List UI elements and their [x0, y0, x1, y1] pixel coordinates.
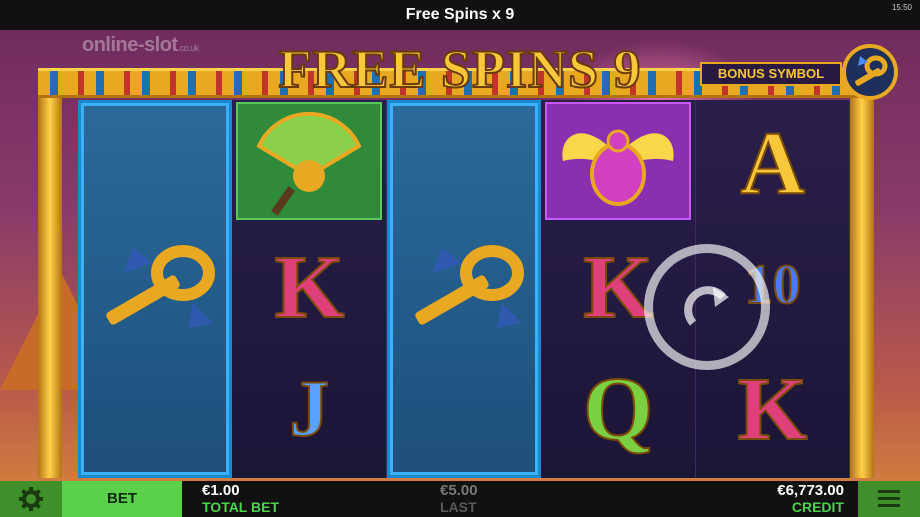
- ankh-icon: [855, 55, 888, 86]
- free-spins-banner: FREE SPINS 9: [277, 38, 642, 100]
- symbol-letter: A: [739, 113, 806, 214]
- scarab-icon: [562, 129, 674, 206]
- last-win-label: LAST: [440, 499, 477, 515]
- symbol-k: K: [236, 228, 382, 346]
- bet-button[interactable]: BET: [62, 481, 182, 517]
- gear-icon: [19, 487, 43, 511]
- bonus-symbol-badge: [842, 44, 898, 100]
- symbol-letter: K: [273, 237, 345, 338]
- total-bet-label: TOTAL BET: [202, 499, 279, 515]
- fan-icon: [256, 111, 362, 216]
- symbol-a: A: [700, 104, 846, 222]
- reel-2: K J: [232, 100, 387, 478]
- symbol-letter: J: [288, 364, 330, 454]
- credit-value: €6,773.00: [777, 482, 844, 499]
- right-pillar: [850, 98, 874, 478]
- scarab-symbol-cell: [545, 102, 692, 220]
- last-win-display: €5.00 LAST: [440, 482, 478, 516]
- clock: 15:50: [891, 3, 912, 12]
- watermark: online-slot.co.uk: [82, 34, 199, 57]
- bonus-symbol-label: BONUS SYMBOL: [700, 62, 842, 86]
- symbol-letter: Q: [582, 359, 654, 460]
- settings-button[interactable]: [0, 481, 62, 517]
- spin-arrow-icon: [684, 286, 729, 326]
- reel-3: [386, 100, 542, 478]
- top-bar: Free Spins x 9 15:50: [0, 0, 920, 30]
- spin-button[interactable]: [644, 244, 770, 370]
- total-bet-display: €1.00 TOTAL BET: [202, 482, 279, 516]
- hamburger-menu-icon: [878, 490, 900, 507]
- watermark-suffix: .co.uk: [177, 43, 200, 53]
- symbol-letter: K: [737, 359, 809, 460]
- ankh-icon: [106, 245, 215, 328]
- menu-button[interactable]: [858, 481, 920, 517]
- ankh-icon: [415, 245, 524, 328]
- last-win-value: €5.00: [440, 482, 478, 499]
- window-title: Free Spins x 9: [405, 6, 515, 23]
- watermark-text: online-slot: [82, 34, 178, 56]
- credit-label: CREDIT: [791, 499, 844, 515]
- bottom-bar: BET €1.00 TOTAL BET €5.00 LAST €6,773.00…: [0, 481, 920, 517]
- reel-1: [78, 100, 233, 478]
- symbol-letter: K: [582, 237, 654, 338]
- total-bet-value: €1.00: [202, 482, 240, 499]
- credit-display: €6,773.00 CREDIT: [760, 482, 844, 516]
- symbol-j: J: [236, 350, 382, 468]
- fan-symbol-cell: [236, 102, 383, 220]
- symbol-q: Q: [545, 350, 691, 468]
- left-pillar: [38, 98, 62, 478]
